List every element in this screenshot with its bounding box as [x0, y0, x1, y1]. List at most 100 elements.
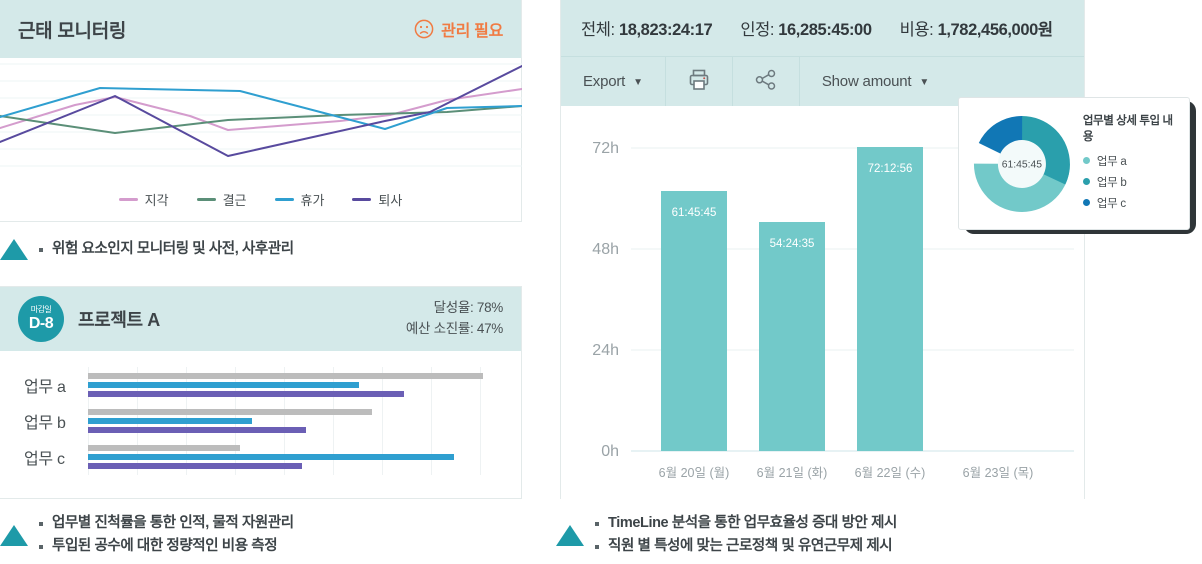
callout-project: 업무별 진척률을 통한 인적, 물적 자원관리 투입된 공수에 대한 정량적인 … [0, 512, 294, 559]
donut-chart-svg: 61:45:45 [973, 115, 1070, 212]
legend-label: 퇴사 [378, 193, 403, 208]
status-badge-label: 관리 필요 [441, 23, 503, 40]
task-breakdown-popup: 61:45:45 업무별 상세 투입 내용 업무 a 업무 b 업무 c [958, 97, 1190, 230]
y-tick-label: 0h [601, 443, 619, 460]
line-chart-gridlines [0, 63, 522, 167]
stat-total-label: 전체: [581, 21, 615, 39]
list-item: 업무별 진척률을 통한 인적, 물적 자원관리 [39, 512, 294, 535]
hbar-cost [88, 391, 405, 397]
legend-swatch-icon [196, 198, 216, 201]
attendance-card-header: 근태 모니터링 관리 필요 [0, 0, 521, 58]
donut-center-label: 61:45:45 [1002, 159, 1043, 170]
legend-swatch-icon [352, 198, 372, 201]
donut-legend-title: 업무별 상세 투입 내용 [1082, 114, 1173, 143]
legend-label: 지각 [144, 193, 169, 208]
hbar-actual [88, 418, 253, 424]
project-card-header: 마감일 D-8 프로젝트 A 달성율: 78% 예산 소진률: 47% [0, 287, 521, 351]
bar-day-1 [661, 191, 727, 451]
x-tick-label: 6월 21일 (화) [757, 466, 828, 480]
triangle-marker-icon [556, 524, 584, 546]
project-budget-rate: 예산 소진률: 47% [405, 321, 503, 336]
stat-cost: 비용: 1,782,456,000원 [900, 16, 1053, 40]
callout-list: TimeLine 분석을 통한 업무효율성 증대 방안 제시 직원 별 특성에 … [595, 512, 897, 559]
x-tick-label: 6월 23일 (목) [963, 466, 1034, 480]
list-item: 투입된 공수에 대한 정량적인 비용 측정 [39, 535, 294, 558]
show-amount-dropdown[interactable]: Show amount ▼ [800, 57, 951, 106]
share-icon [753, 67, 779, 97]
stat-approved-value: 16,285:45:00 [778, 21, 872, 39]
project-title: 프로젝트 A [78, 310, 160, 330]
export-dropdown[interactable]: Export ▼ [561, 57, 666, 106]
deadline-badge: 마감일 D-8 [18, 296, 64, 342]
list-item: 위험 요소인지 모니터링 및 사전, 사후관리 [39, 238, 294, 261]
callout-attendance: 위험 요소인지 모니터링 및 사전, 사후관리 [0, 238, 294, 261]
bar-value-label: 61:45:45 [672, 207, 717, 219]
share-button[interactable] [733, 57, 800, 106]
donut-legend: 업무별 상세 투입 내용 업무 a 업무 b 업무 c [1082, 112, 1177, 216]
print-button[interactable] [666, 57, 733, 106]
hbar-stack [88, 403, 499, 439]
hbar-stack [88, 439, 499, 475]
attendance-line-chart [0, 58, 522, 186]
summary-stats-bar: 전체: 18,823:24:17 인정: 16,285:45:00 비용: 1,… [561, 0, 1084, 56]
status-badge: 관리 필요 [414, 17, 503, 41]
line-series-toesa [0, 65, 522, 157]
hbar-row-label: 업무 c [24, 451, 65, 468]
legend-swatch-icon [274, 198, 294, 201]
y-tick-label: 72h [592, 140, 619, 157]
triangle-marker-icon [0, 524, 28, 546]
x-tick-label: 6월 20일 (월) [659, 466, 730, 480]
donut-legend-item-b[interactable]: 업무 b [1082, 174, 1177, 190]
project-achievement-rate: 달성율: 78% [433, 300, 504, 316]
hbar-grid: 업무 a 업무 b 업무 c [14, 367, 499, 475]
deadline-badge-value: D-8 [28, 315, 54, 332]
legend-dot-icon [1082, 178, 1090, 185]
legend-item-toesa[interactable]: 퇴사 [352, 190, 402, 209]
project-progress-chart: 업무 a 업무 b 업무 c [0, 351, 521, 485]
hbar-row-label: 업무 a [24, 379, 66, 396]
show-amount-label: Show amount [821, 73, 912, 90]
triangle-marker-icon [0, 239, 28, 261]
hbar-plan [88, 445, 241, 451]
donut-legend-label: 업무 c [1096, 197, 1126, 210]
project-a-card: 마감일 D-8 프로젝트 A 달성율: 78% 예산 소진률: 47% 업무 a… [0, 286, 522, 499]
chevron-down-icon: ▼ [633, 77, 643, 88]
hbar-cost [88, 427, 306, 433]
bar-value-label: 54:24:35 [770, 238, 815, 250]
legend-swatch-icon [118, 198, 138, 201]
bar-day-3 [857, 147, 923, 451]
stat-cost-value: 1,782,456,000원 [937, 21, 1054, 39]
callout-list: 위험 요소인지 모니터링 및 사전, 사후관리 [39, 238, 294, 261]
donut-legend-label: 업무 b [1096, 176, 1127, 189]
stat-approved-label: 인정: [740, 21, 775, 39]
list-item: 직원 별 특성에 맞는 근로정책 및 유연근무제 제시 [595, 535, 897, 558]
line-series-hyuga [0, 87, 522, 130]
chevron-down-icon: ▼ [919, 77, 930, 88]
deadline-badge-sublabel: 마감일 [30, 305, 52, 314]
table-row: 업무 c [14, 439, 499, 475]
hbar-plan [88, 373, 483, 379]
project-identity: 마감일 D-8 프로젝트 A [18, 296, 160, 342]
stat-approved: 인정: 16,285:45:00 [740, 16, 872, 40]
stat-total: 전체: 18,823:24:17 [581, 16, 713, 40]
table-row: 업무 a [14, 367, 499, 403]
table-row: 업무 b [14, 403, 499, 439]
hbar-plan [88, 409, 372, 415]
hbar-cost [88, 463, 302, 469]
line-chart-svg [0, 63, 522, 167]
y-tick-label: 24h [592, 342, 619, 359]
line-chart-legend: 지각 결근 휴가 퇴사 [0, 186, 521, 209]
donut-legend-item-c[interactable]: 업무 c [1082, 195, 1177, 211]
legend-item-hyuga[interactable]: 휴가 [274, 190, 324, 209]
donut-legend-item-a[interactable]: 업무 a [1082, 153, 1177, 169]
list-item: TimeLine 분석을 통한 업무효율성 증대 방안 제시 [595, 512, 897, 535]
hbar-row-label: 업무 b [24, 415, 66, 432]
bar-value-label: 72:12:56 [868, 163, 913, 175]
x-tick-label: 6월 22일 (수) [855, 466, 926, 480]
legend-item-jigak[interactable]: 지각 [118, 190, 169, 209]
legend-dot-icon [1082, 157, 1090, 164]
legend-item-gyeolgeun[interactable]: 결근 [196, 190, 247, 209]
attendance-monitoring-card: 근태 모니터링 관리 필요 지각 결근 휴가 퇴사 [0, 0, 522, 222]
page-title: 근태 모니터링 [18, 20, 127, 42]
callout-timeline: TimeLine 분석을 통한 업무효율성 증대 방안 제시 직원 별 특성에 … [556, 512, 897, 559]
